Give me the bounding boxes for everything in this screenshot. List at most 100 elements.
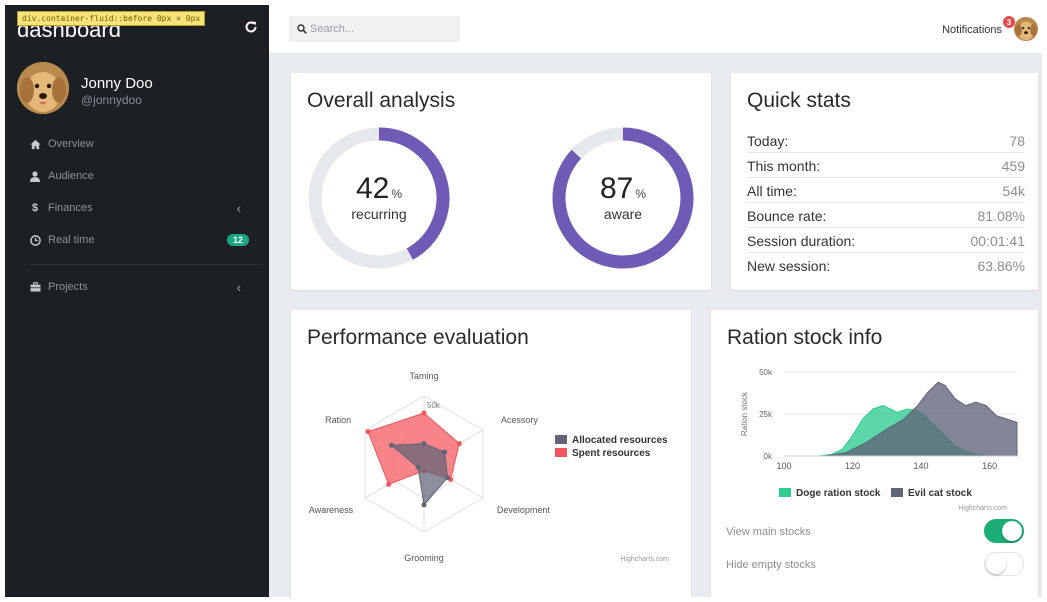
stat-value: 459 — [1001, 157, 1025, 174]
ration-stock-card: Ration stock info 0k 25k 50k 100 120 140 160 Ra… — [711, 310, 1038, 597]
x-tick-label: 100 — [776, 461, 791, 471]
stat-value: 54k — [1002, 182, 1025, 199]
radar-point — [456, 441, 462, 447]
card-title: Ration stock info — [727, 326, 883, 349]
stat-label: All time: — [747, 182, 797, 199]
devtools-inspector-tag: div.container-fluid::before 0px × 0px — [17, 11, 206, 26]
realtime-count-badge: 12 — [226, 234, 249, 246]
toggle-knob — [1002, 521, 1022, 541]
clock-icon — [29, 234, 41, 246]
donut-percent-sign: % — [391, 187, 403, 201]
stat-label: This month: — [747, 157, 821, 174]
chevron-left-icon[interactable]: ‹ — [237, 280, 241, 295]
y-tick-label: 50k — [759, 368, 773, 377]
sidebar-item-label: Real time — [48, 234, 95, 246]
briefcase-icon — [29, 281, 41, 293]
stat-row: Bounce rate: 81.08% — [747, 203, 1025, 228]
stat-row: This month: 459 — [747, 153, 1025, 178]
y-tick-label: 0k — [764, 452, 773, 461]
sidebar-item-label: Projects — [48, 281, 88, 293]
toggle-knob — [986, 554, 1006, 574]
radar-axis-label: Acessory — [501, 415, 539, 425]
user-icon — [29, 170, 41, 182]
radar-axis-label: Taming — [409, 371, 438, 381]
donut-value: 42 — [355, 172, 390, 205]
topbar: Notifications 3 — [269, 5, 1042, 53]
radar-point — [442, 449, 448, 455]
stat-row: All time: 54k — [747, 178, 1025, 203]
user-avatar[interactable] — [17, 62, 69, 114]
card-title: Overall analysis — [307, 89, 456, 112]
quick-stats-card: Quick stats Today: 78 This month: 459 All … — [731, 73, 1038, 290]
app-frame: dashboard div.container-fluid::before 0p… — [5, 5, 1042, 597]
search-box[interactable] — [289, 16, 460, 42]
chevron-left-icon[interactable]: ‹ — [237, 201, 241, 216]
switch-label-hide-empty-stocks: Hide empty stocks — [726, 559, 816, 571]
legend-swatch — [555, 448, 567, 457]
stat-label: Today: — [747, 132, 789, 149]
switch-label-view-main-stocks: View main stocks — [726, 526, 811, 538]
radar-point — [421, 410, 427, 416]
view-main-stocks-toggle[interactable] — [984, 519, 1024, 543]
legend-swatch — [555, 435, 567, 444]
radar-axis-label: Awareness — [309, 505, 354, 515]
sidebar: dashboard div.container-fluid::before 0p… — [5, 5, 269, 597]
user-avatar-small[interactable] — [1014, 17, 1038, 41]
donut-center-recurring: 42% recurring — [329, 173, 429, 223]
y-axis-label: Ration stock — [740, 391, 749, 436]
radar-point — [365, 429, 371, 435]
radar-point — [415, 464, 421, 470]
search-input[interactable] — [310, 23, 450, 35]
radar-axis-label: Development — [497, 505, 551, 515]
radar-chart: 0k 50k Taming Acessory Development Grooming Aw… — [309, 371, 669, 563]
y-tick-label: 25k — [759, 410, 773, 419]
x-tick-label: 160 — [982, 461, 997, 471]
donut-percent-sign: % — [635, 187, 647, 201]
sidebar-item-label: Overview — [48, 138, 94, 150]
performance-evaluation-card: Performance evaluation 0k 50k Taming Acesso… — [291, 310, 691, 597]
stat-value: 78 — [1009, 132, 1025, 149]
radar-tick-label: 50k — [427, 401, 441, 410]
legend-swatch — [779, 488, 791, 497]
legend-swatch — [891, 488, 903, 497]
stat-value: 00:01:41 — [970, 232, 1026, 249]
home-icon — [29, 138, 41, 150]
stat-label: Session duration: — [747, 232, 856, 249]
hide-empty-stocks-toggle[interactable] — [984, 552, 1024, 576]
radar-point — [421, 502, 427, 508]
area-chart: 0k 25k 50k 100 120 140 160 Ration stock Doge rat… — [740, 368, 1018, 512]
donut-center-aware: 87% aware — [573, 173, 673, 223]
x-tick-label: 140 — [914, 461, 929, 471]
donut-label: aware — [603, 206, 643, 222]
radar-point — [445, 475, 451, 481]
donut-label: recurring — [351, 206, 407, 222]
refresh-icon[interactable] — [243, 19, 259, 35]
stat-row: Today: 78 — [747, 128, 1025, 153]
radar-axis-label: Grooming — [404, 553, 444, 563]
sidebar-item-label: Finances — [48, 202, 93, 214]
radar-point — [389, 442, 395, 448]
chart-credit: Highcharts.com — [958, 505, 1007, 512]
sidebar-item-finances[interactable]: $ Finances ‹ — [5, 192, 269, 224]
legend-label: Spent resources — [572, 448, 651, 459]
overall-analysis-card: Overall analysis 42% recurring 87% aware — [291, 73, 711, 290]
legend-label: Allocated resources — [572, 435, 668, 446]
legend-label: Doge ration stock — [796, 488, 881, 499]
sidebar-item-label: Audience — [48, 170, 94, 182]
sidebar-item-audience[interactable]: Audience — [5, 160, 269, 192]
user-handle: @jonnydoo — [81, 93, 142, 107]
radar-tick-label: 0k — [427, 449, 436, 458]
stats-list: Today: 78 This month: 459 All time: 54k Bou… — [747, 128, 1025, 277]
sidebar-item-real-time[interactable]: Real time 12 — [5, 224, 269, 256]
donut-value: 87 — [599, 172, 634, 205]
stat-label: New session: — [747, 257, 831, 274]
chart-credit: Highcharts.com — [620, 556, 669, 563]
sidebar-nav: Overview Audience $ Finances ‹ Real time… — [5, 128, 269, 303]
radar-point — [386, 481, 392, 487]
user-name: Jonny Doo — [81, 75, 153, 92]
sidebar-item-overview[interactable]: Overview — [5, 128, 269, 160]
sidebar-item-projects[interactable]: Projects ‹ — [5, 271, 269, 303]
stat-label: Bounce rate: — [747, 207, 827, 224]
stat-value: 81.08% — [977, 207, 1025, 224]
notifications-link[interactable]: Notifications — [942, 24, 1002, 36]
